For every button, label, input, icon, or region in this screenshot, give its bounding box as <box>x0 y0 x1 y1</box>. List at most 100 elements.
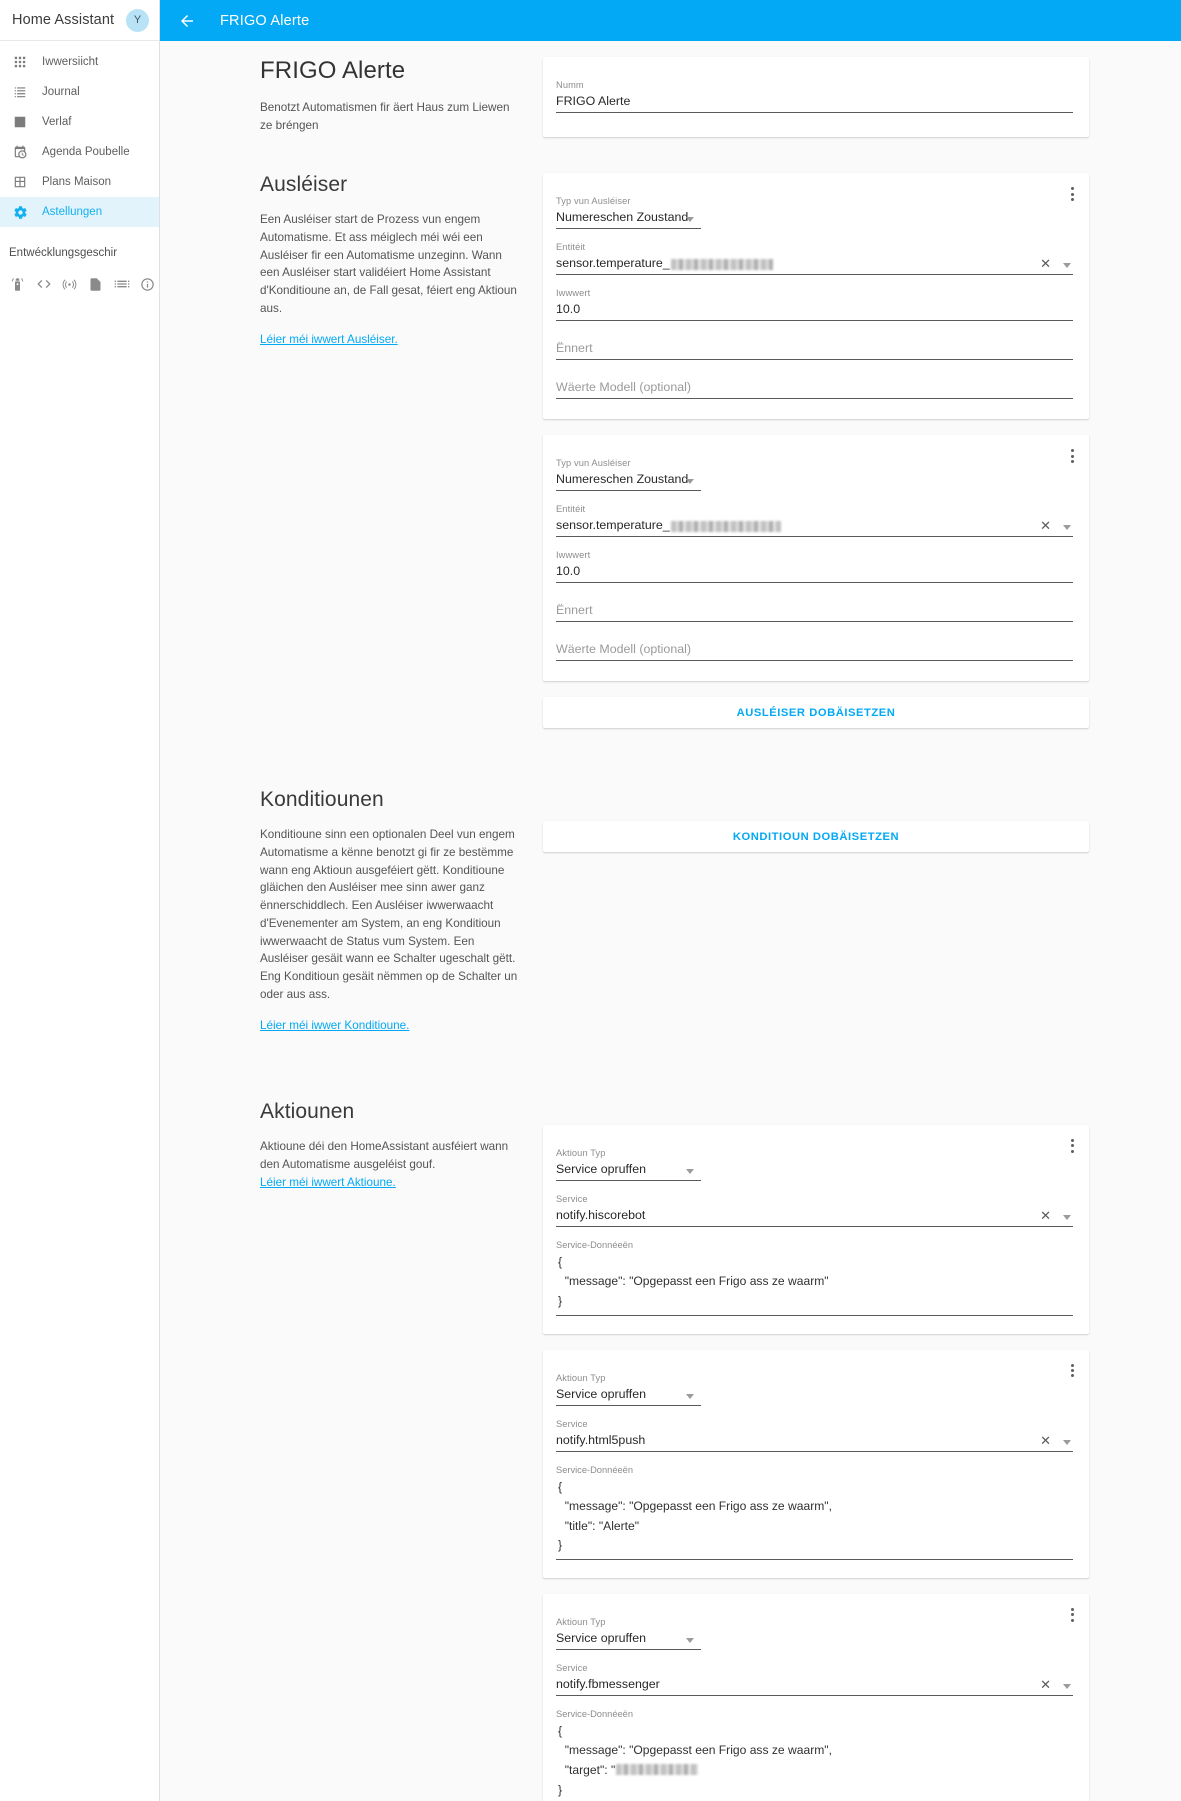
action-type-select[interactable]: Aktioun Typ Service opruffen <box>556 1139 1073 1181</box>
code-brackets-icon[interactable] <box>32 273 55 295</box>
file-code-icon[interactable] <box>84 273 107 295</box>
entity-text: sensor.temperature_ <box>556 256 670 270</box>
list-icon <box>9 81 31 103</box>
chart-icon <box>9 111 31 133</box>
action-service-data-value[interactable]: { "message": "Opgepasst een Frigo ass ze… <box>556 1722 1073 1801</box>
trigger-template-placeholder[interactable]: Wäerte Modell (optional) <box>556 640 1073 661</box>
action-card: Aktioun Typ Service opruffen Service not… <box>543 1124 1089 1334</box>
action-service-value[interactable]: notify.html5push <box>556 1431 1073 1452</box>
trigger-above-value[interactable]: 10.0 <box>556 300 1073 321</box>
broadcast-icon[interactable] <box>58 273 81 295</box>
trigger-card: Typ vun Ausléiser Numereschen Zoustand E… <box>543 173 1089 419</box>
sidebar-item-plans-maison[interactable]: Plans Maison <box>0 167 159 197</box>
trigger-entity-value[interactable]: sensor.temperature_ <box>556 516 1073 537</box>
chevron-down-icon[interactable] <box>1063 525 1071 530</box>
chevron-down-icon[interactable] <box>1063 1439 1071 1445</box>
chevron-down-icon[interactable] <box>1063 263 1071 268</box>
action-service-field[interactable]: Service notify.html5push ✕ <box>556 1410 1073 1452</box>
chevron-down-icon[interactable] <box>686 1168 694 1174</box>
trigger-below-placeholder[interactable]: Ënnert <box>556 601 1073 622</box>
dev-tools-icons <box>0 259 159 295</box>
action-type-label: Aktioun Typ <box>556 1147 606 1158</box>
conditions-heading: Konditiounen <box>260 788 384 811</box>
trigger-below-placeholder[interactable]: Ënnert <box>556 339 1073 360</box>
page-title: FRIGO Alerte <box>260 57 406 84</box>
top-app-bar: FRIGO Alerte <box>160 0 1181 41</box>
info-icon[interactable] <box>136 273 159 295</box>
trigger-entity-label: Entitéit <box>556 504 586 514</box>
avatar[interactable]: Y <box>126 8 149 32</box>
clear-icon[interactable]: ✕ <box>1040 1209 1051 1222</box>
sidebar-item-iwwersiicht[interactable]: Iwwersiicht <box>0 47 159 77</box>
chevron-down-icon[interactable] <box>686 479 694 484</box>
header-left: FRIGO Alerte Benotzt Automatismen fir äe… <box>260 57 543 153</box>
name-field-label: Numm <box>556 80 584 90</box>
sidebar-item-verlaf[interactable]: Verlaf <box>0 107 159 137</box>
trigger-above-field[interactable]: Iwwwert 10.0 <box>556 279 1073 321</box>
clear-icon[interactable]: ✕ <box>1040 1678 1051 1691</box>
action-service-data-field[interactable]: Service-Donnéeën { "message": "Opgepasst… <box>556 1700 1073 1801</box>
name-field-value[interactable]: FRIGO Alerte <box>556 92 1073 113</box>
sidebar-divider <box>0 227 159 243</box>
top-bar-title: FRIGO Alerte <box>220 12 310 29</box>
chevron-down-icon[interactable] <box>1063 1214 1071 1220</box>
action-type-select[interactable]: Aktioun Typ Service opruffen <box>556 1364 1073 1406</box>
sidebar-item-astellungen[interactable]: Astellungen <box>0 197 159 227</box>
action-service-data-field[interactable]: Service-Donnéeën { "message": "Opgepasst… <box>556 1231 1073 1316</box>
template-icon[interactable] <box>110 273 133 295</box>
clear-icon[interactable]: ✕ <box>1040 519 1051 532</box>
clear-icon[interactable]: ✕ <box>1040 1434 1051 1447</box>
add-trigger-button[interactable]: AUSLÉISER DOBÄISETZEN <box>543 697 1089 728</box>
trigger-entity-field[interactable]: Entitéit sensor.temperature_ ✕ <box>556 233 1073 275</box>
actions-learn-more-link[interactable]: Léier méi iwwert Aktioune. <box>260 1176 396 1189</box>
sidebar-header: Home Assistant Y <box>0 0 159 41</box>
trigger-above-field[interactable]: Iwwwert 10.0 <box>556 541 1073 583</box>
clear-icon[interactable]: ✕ <box>1040 257 1051 270</box>
arrow-left-icon[interactable] <box>174 8 200 34</box>
trigger-template-field[interactable]: Wäerte Modell (optional) <box>556 626 1073 661</box>
action-card: Aktioun Typ Service opruffen Service not… <box>543 1593 1089 1801</box>
chevron-down-icon[interactable] <box>686 1393 694 1399</box>
trigger-entity-field[interactable]: Entitéit sensor.temperature_ ✕ <box>556 495 1073 537</box>
name-field[interactable]: Numm FRIGO Alerte <box>556 71 1073 113</box>
action-service-data-value[interactable]: { "message": "Opgepasst een Frigo ass ze… <box>556 1478 1073 1560</box>
trigger-type-select[interactable]: Typ vun Ausléiser Numereschen Zoustand <box>556 187 1073 229</box>
action-type-label: Aktioun Typ <box>556 1372 606 1383</box>
redacted-entity <box>670 521 781 532</box>
chevron-down-icon[interactable] <box>686 217 694 222</box>
floorplan-icon <box>9 171 31 193</box>
add-condition-button[interactable]: KONDITIOUN DOBÄISETZEN <box>543 821 1089 852</box>
action-service-value[interactable]: notify.fbmessenger <box>556 1675 1073 1696</box>
trigger-above-label: Iwwwert <box>556 288 591 298</box>
trigger-above-value[interactable]: 10.0 <box>556 562 1073 583</box>
action-type-select[interactable]: Aktioun Typ Service opruffen <box>556 1608 1073 1650</box>
sidebar-item-agenda-poubelle[interactable]: Agenda Poubelle <box>0 137 159 167</box>
name-card: Numm FRIGO Alerte <box>543 57 1089 137</box>
action-type-value: Service opruffen <box>556 1629 701 1650</box>
trigger-entity-value[interactable]: sensor.temperature_ <box>556 254 1073 275</box>
conditions-learn-more-link[interactable]: Léier méi iwwer Konditioune. <box>260 1019 409 1032</box>
trigger-template-placeholder[interactable]: Wäerte Modell (optional) <box>556 378 1073 399</box>
action-service-field[interactable]: Service notify.fbmessenger ✕ <box>556 1654 1073 1696</box>
action-service-data-value[interactable]: { "message": "Opgepasst een Frigo ass ze… <box>556 1253 1073 1316</box>
redacted-entity <box>670 259 773 270</box>
trigger-type-select[interactable]: Typ vun Ausléiser Numereschen Zoustand <box>556 449 1073 491</box>
sidebar-item-journal[interactable]: Journal <box>0 77 159 107</box>
action-service-label: Service <box>556 1662 588 1673</box>
action-type-value: Service opruffen <box>556 1160 701 1181</box>
triggers-learn-more-link[interactable]: Léier méi iwwert Ausléiser. <box>260 333 398 346</box>
action-service-value[interactable]: notify.hiscorebot <box>556 1206 1073 1227</box>
trigger-below-field[interactable]: Ënnert <box>556 587 1073 622</box>
sidebar: Home Assistant Y Iwwersiicht Journal Ver… <box>0 0 160 1801</box>
sidebar-nav: Iwwersiicht Journal Verlaf Agenda Poubel… <box>0 41 159 227</box>
trigger-entity-label: Entitéit <box>556 242 586 252</box>
chevron-down-icon[interactable] <box>686 1637 694 1643</box>
triggers-right: Typ vun Ausléiser Numereschen Zoustand E… <box>543 173 1089 744</box>
action-service-data-field[interactable]: Service-Donnéeën { "message": "Opgepasst… <box>556 1456 1073 1560</box>
trigger-below-field[interactable]: Ënnert <box>556 325 1073 360</box>
chevron-down-icon[interactable] <box>1063 1683 1071 1689</box>
remote-icon[interactable] <box>6 273 29 295</box>
sidebar-item-label: Journal <box>42 86 80 98</box>
trigger-template-field[interactable]: Wäerte Modell (optional) <box>556 364 1073 399</box>
action-service-field[interactable]: Service notify.hiscorebot ✕ <box>556 1185 1073 1227</box>
